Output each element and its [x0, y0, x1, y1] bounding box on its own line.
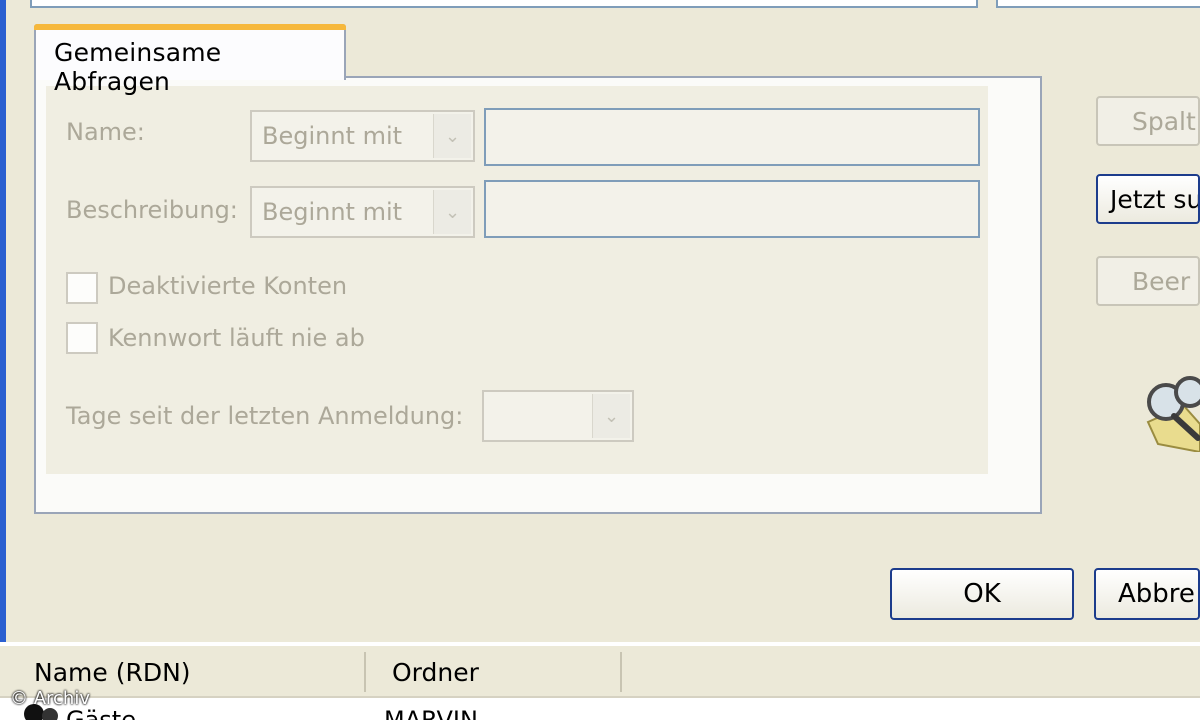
disabled-accounts-label: Deaktivierte Konten — [108, 272, 348, 300]
chevron-down-icon[interactable]: ⌄ — [592, 394, 630, 438]
search-now-button[interactable]: Jetzt su — [1096, 174, 1200, 224]
top-field-right-partial[interactable] — [996, 0, 1200, 8]
description-condition-select[interactable]: Beginnt mit ⌄ — [250, 186, 475, 238]
tab-common-queries[interactable]: Gemeinsame Abfragen — [34, 24, 346, 96]
description-label: Beschreibung: — [66, 196, 238, 224]
days-since-logon-label: Tage seit der letzten Anmeldung: — [66, 402, 464, 430]
magnifier-icon — [1144, 372, 1200, 454]
column-header-name[interactable]: Name (RDN) — [34, 658, 191, 687]
name-condition-select[interactable]: Beginnt mit ⌄ — [250, 110, 475, 162]
watermark: © Archiv — [10, 688, 90, 709]
password-never-expires-label: Kennwort läuft nie ab — [108, 324, 365, 352]
name-input[interactable] — [484, 108, 980, 166]
window-frame-left — [0, 0, 6, 650]
tab-label: Gemeinsame Abfragen — [54, 38, 222, 96]
name-label: Name: — [66, 118, 145, 146]
description-input[interactable] — [484, 180, 980, 238]
table-row-folder: MARVIN — [384, 706, 478, 720]
name-condition-value: Beginnt mit — [262, 122, 403, 150]
columns-button[interactable]: Spalt — [1096, 96, 1200, 146]
disabled-accounts-checkbox[interactable] — [66, 272, 98, 304]
column-header-folder[interactable]: Ordner — [392, 658, 479, 687]
days-since-logon-select[interactable]: ⌄ — [482, 390, 634, 442]
top-field-partial[interactable] — [30, 0, 978, 8]
description-condition-value: Beginnt mit — [262, 198, 403, 226]
chevron-down-icon[interactable]: ⌄ — [433, 114, 471, 158]
cancel-button[interactable]: Abbre — [1094, 568, 1200, 620]
stop-button[interactable]: Beer — [1096, 256, 1200, 306]
password-never-expires-checkbox[interactable] — [66, 322, 98, 354]
column-divider[interactable] — [364, 652, 366, 692]
chevron-down-icon[interactable]: ⌄ — [433, 190, 471, 234]
column-divider[interactable] — [620, 652, 622, 692]
ok-button[interactable]: OK — [890, 568, 1074, 620]
